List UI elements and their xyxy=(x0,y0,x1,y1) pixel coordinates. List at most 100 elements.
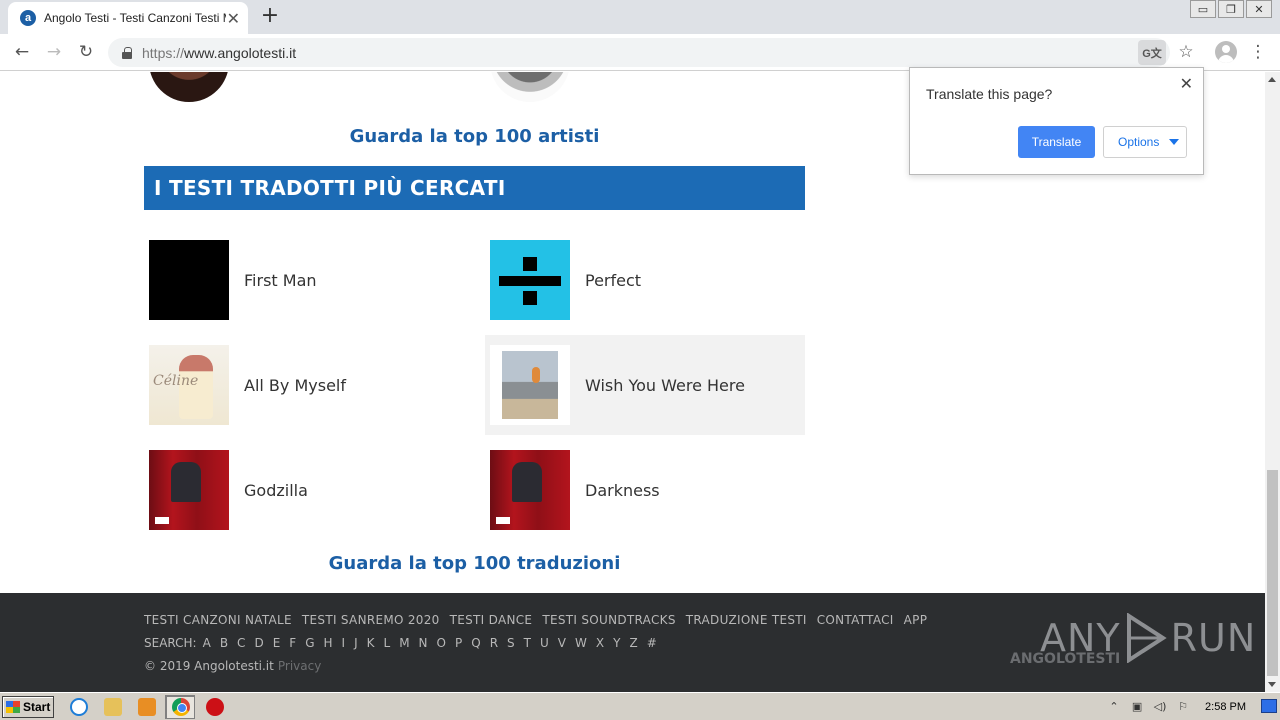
back-arrow-icon[interactable]: ← xyxy=(10,40,34,64)
options-button[interactable]: Options xyxy=(1103,126,1187,158)
song-title[interactable]: All By Myself xyxy=(244,376,346,395)
reload-icon[interactable]: ↻ xyxy=(74,40,98,64)
letter-link[interactable]: L xyxy=(384,636,391,650)
song-item[interactable]: Godzilla xyxy=(144,440,464,540)
song-title[interactable]: Darkness xyxy=(585,481,660,500)
search-label: SEARCH: xyxy=(144,636,197,650)
letter-link[interactable]: H xyxy=(324,636,333,650)
internet-explorer-icon[interactable] xyxy=(70,698,88,716)
tray-expand-icon[interactable]: ⌃ xyxy=(1107,700,1121,714)
vertical-scrollbar[interactable] xyxy=(1265,72,1280,692)
forward-arrow-icon[interactable]: → xyxy=(42,40,66,64)
letter-link[interactable]: S xyxy=(507,636,515,650)
footer-link[interactable]: TESTI SOUNDTRACKS xyxy=(542,613,675,627)
song-title[interactable]: First Man xyxy=(244,271,317,290)
song-title[interactable]: Wish You Were Here xyxy=(585,376,745,395)
action-center-flag-icon[interactable]: ⚐ xyxy=(1176,700,1190,714)
translate-icon[interactable]: G文 xyxy=(1138,40,1166,65)
tab-close-icon[interactable]: ✕ xyxy=(227,9,240,28)
letter-link[interactable]: K xyxy=(367,636,375,650)
album-cover[interactable] xyxy=(490,345,570,425)
close-window-button[interactable]: ✕ xyxy=(1246,0,1272,18)
network-icon[interactable]: ▣ xyxy=(1130,700,1144,714)
translate-question: Translate this page? xyxy=(926,86,1053,102)
album-cover[interactable]: Céline xyxy=(149,345,229,425)
footer-link[interactable]: CONTATTACI xyxy=(817,613,894,627)
folder-icon[interactable] xyxy=(104,698,122,716)
translate-button[interactable]: Translate xyxy=(1018,126,1095,158)
album-cover[interactable] xyxy=(490,240,570,320)
translate-popup: Translate this page? ✕ Translate Options xyxy=(909,67,1204,175)
song-item[interactable]: Perfect xyxy=(485,230,805,330)
letter-link[interactable]: Y xyxy=(613,636,620,650)
address-bar[interactable]: https://www.angolotesti.it G文 xyxy=(108,38,1170,67)
close-icon[interactable]: ✕ xyxy=(1180,74,1193,93)
letter-link[interactable]: # xyxy=(647,636,657,650)
new-tab-button[interactable]: + xyxy=(258,4,282,28)
letter-link[interactable]: W xyxy=(575,636,587,650)
letter-link[interactable]: N xyxy=(419,636,428,650)
song-item[interactable]: Céline All By Myself xyxy=(144,335,464,435)
play-icon xyxy=(1126,613,1167,663)
letter-link[interactable]: C xyxy=(237,636,245,650)
minimize-button[interactable]: ▭ xyxy=(1190,0,1216,18)
letter-link[interactable]: X xyxy=(596,636,604,650)
letter-link[interactable]: Q xyxy=(471,636,480,650)
lock-icon[interactable] xyxy=(122,46,132,59)
album-cover[interactable] xyxy=(149,240,229,320)
letter-link[interactable]: V xyxy=(558,636,566,650)
letter-link[interactable]: F xyxy=(289,636,296,650)
letter-link[interactable]: D xyxy=(254,636,263,650)
letter-link[interactable]: J xyxy=(354,636,358,650)
artist-thumbnail[interactable] xyxy=(490,72,570,102)
clock[interactable]: 2:58 PM xyxy=(1205,701,1246,713)
letter-link[interactable]: B xyxy=(220,636,228,650)
media-player-icon[interactable] xyxy=(138,698,156,716)
footer-link[interactable]: APP xyxy=(904,613,928,627)
menu-icon[interactable]: ⋮ xyxy=(1246,40,1270,64)
windows-logo-icon xyxy=(6,701,20,713)
letter-link[interactable]: P xyxy=(455,636,462,650)
scroll-down-icon[interactable] xyxy=(1268,682,1276,687)
letter-link[interactable]: A xyxy=(203,636,211,650)
artist-thumbnail[interactable] xyxy=(149,72,229,102)
privacy-link[interactable]: Privacy xyxy=(278,659,321,673)
volume-icon[interactable]: ◁) xyxy=(1153,700,1167,714)
copyright-text: © 2019 Angolotesti.it xyxy=(144,659,274,673)
album-cover[interactable] xyxy=(149,450,229,530)
letter-link[interactable]: Z xyxy=(629,636,637,650)
footer-link[interactable]: TRADUZIONE TESTI xyxy=(686,613,807,627)
letter-link[interactable]: E xyxy=(273,636,281,650)
url-text[interactable]: https://www.angolotesti.it xyxy=(142,45,296,61)
letter-link[interactable]: I xyxy=(342,636,346,650)
browser-tab[interactable]: a Angolo Testi - Testi Canzoni Testi Mu … xyxy=(8,2,248,34)
footer-link[interactable]: TESTI DANCE xyxy=(450,613,533,627)
opera-icon[interactable] xyxy=(206,698,224,716)
song-item[interactable]: Wish You Were Here xyxy=(485,335,805,435)
anyrun-logo-left: ANY xyxy=(1040,616,1121,660)
start-button[interactable]: Start xyxy=(2,696,54,718)
top-artists-link[interactable]: Guarda la top 100 artisti xyxy=(144,126,805,147)
anyrun-logo: ANY RUN xyxy=(1040,613,1256,663)
album-cover[interactable] xyxy=(490,450,570,530)
song-title[interactable]: Godzilla xyxy=(244,481,308,500)
restore-button[interactable]: ❐ xyxy=(1218,0,1244,18)
scroll-up-icon[interactable] xyxy=(1268,77,1276,82)
show-desktop-icon[interactable] xyxy=(1261,699,1277,713)
letter-link[interactable]: M xyxy=(399,636,409,650)
letter-link[interactable]: U xyxy=(540,636,549,650)
star-icon[interactable]: ☆ xyxy=(1174,40,1198,64)
footer-link[interactable]: TESTI SANREMO 2020 xyxy=(302,613,440,627)
top-translations-link[interactable]: Guarda la top 100 traduzioni xyxy=(144,553,805,574)
letter-link[interactable]: O xyxy=(437,636,446,650)
song-item[interactable]: Darkness xyxy=(485,440,805,540)
song-title[interactable]: Perfect xyxy=(585,271,641,290)
footer-link[interactable]: TESTI CANZONI NATALE xyxy=(144,613,292,627)
song-item[interactable]: First Man xyxy=(144,230,464,330)
letter-link[interactable]: G xyxy=(305,636,314,650)
letter-link[interactable]: T xyxy=(524,636,531,650)
scrollbar-thumb[interactable] xyxy=(1267,470,1278,676)
chrome-icon[interactable] xyxy=(172,698,190,716)
letter-link[interactable]: R xyxy=(490,636,498,650)
profile-icon[interactable] xyxy=(1215,41,1237,63)
